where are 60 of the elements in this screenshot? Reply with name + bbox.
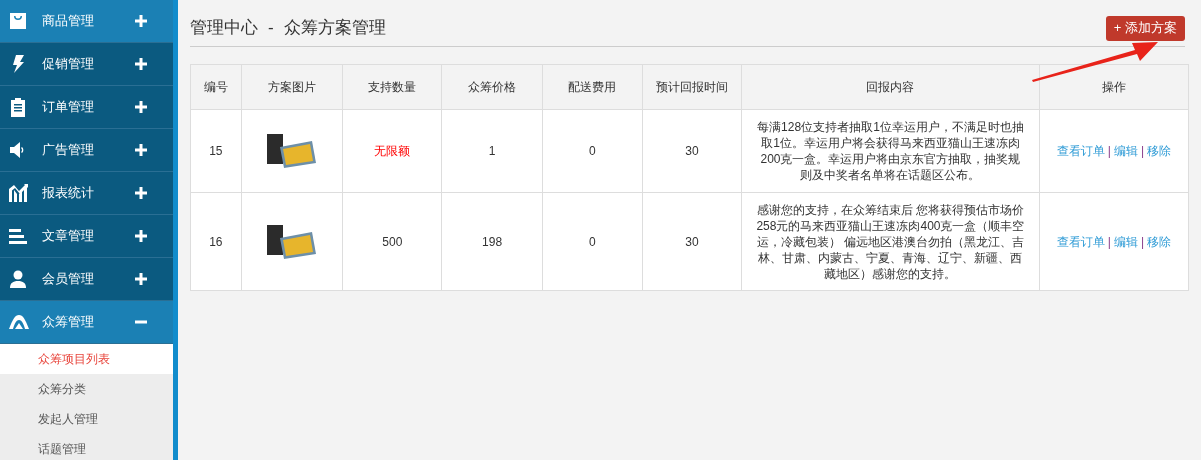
text-lines-icon [8,226,28,246]
user-icon [8,269,28,289]
sidebar-item[interactable]: 广告管理 [0,129,173,172]
action-link[interactable]: 移除 [1147,142,1172,160]
page-subtitle: 众筹方案管理 [283,17,386,40]
plus-icon[interactable] [135,15,147,27]
action-link[interactable]: 编辑 [1113,142,1138,160]
column-header: 配送费用 [542,64,643,110]
table-cell: 1 [441,109,543,193]
table-cell: 16 [190,192,242,291]
table-cell: 30 [642,192,742,291]
column-header: 预计回报时间 [642,64,742,110]
sidebar-item[interactable]: 订单管理 [0,86,173,129]
plus-icon[interactable] [135,230,147,242]
column-header: 回报内容 [741,64,1040,110]
plus-icon[interactable] [135,101,147,113]
submenu-item[interactable]: 话题管理 [0,434,173,460]
link-separator: | [1140,233,1145,251]
product-drawing [265,223,318,260]
table-cell: 0 [542,109,643,193]
people-icon [8,312,30,332]
link-separator: | [1140,143,1145,160]
sidebar-item[interactable]: 众筹管理 [0,301,173,344]
sidebar-item[interactable]: 文章管理 [0,215,173,258]
plus-icon[interactable] [135,187,147,199]
shopping-bag-icon [8,11,28,31]
table-cell: 30 [642,109,742,193]
clipboard-icon [8,97,28,117]
column-header: 众筹价格 [441,64,543,110]
plus-icon[interactable] [135,58,147,70]
table-cell: 0 [542,192,643,291]
table-cell: 每满128位支持者抽取1位幸运用户，不满足时也抽取1位。幸运用户将会获得马来西亚猫山王速冻肉200克一盒。幸运用户将由京东官方抽取，抽奖规则及中奖者名单将在话题区公布。 [741,109,1040,193]
submenu-item[interactable]: 众筹项目列表 [0,344,173,374]
table-cell: 15 [190,109,242,193]
submenu-item[interactable]: 发起人管理 [0,404,173,434]
table-cell: 无限额 [342,109,442,193]
link-separator: | [1107,143,1111,160]
sidebar-item[interactable]: 会员管理 [0,258,173,301]
chart-icon [8,183,28,203]
table-cell: 198 [441,192,543,291]
action-link[interactable]: 查看订单 [1056,232,1105,251]
sidebar-item[interactable]: 促销管理 [0,43,173,86]
table-cell: 感谢您的支持，在众筹结束后 您将获得预估市场价258元的马来西亚猫山王速冻肉400克一盒（顺丰空运，冷藏包装） 偏远地区港澳台勿拍（黑龙江、吉林、甘肃、内蒙古、宁夏、青海、辽宁、新疆、西藏地区）感谢您的支持。 [741,192,1040,291]
sidebar-item[interactable]: 商品管理 [0,0,173,43]
column-header: 方案图片 [241,64,343,110]
link-separator: | [1107,233,1111,251]
add-plan-button[interactable]: + 添加方案 [1105,15,1185,41]
product-drawing [265,133,318,169]
page-title: 管理中心 [190,17,258,40]
column-header: 支持数量 [342,64,442,110]
action-link[interactable]: 查看订单 [1056,142,1105,160]
action-link[interactable]: 移除 [1147,232,1172,251]
sidebar-item[interactable]: 报表统计 [0,172,173,215]
title-separator: - [268,17,274,40]
action-link[interactable]: 编辑 [1113,232,1138,251]
plus-icon[interactable] [135,273,147,285]
table-cell: 500 [342,192,442,291]
column-header: 编号 [190,64,242,110]
submenu-item[interactable]: 众筹分类 [0,374,173,404]
plus-icon[interactable] [135,144,147,156]
